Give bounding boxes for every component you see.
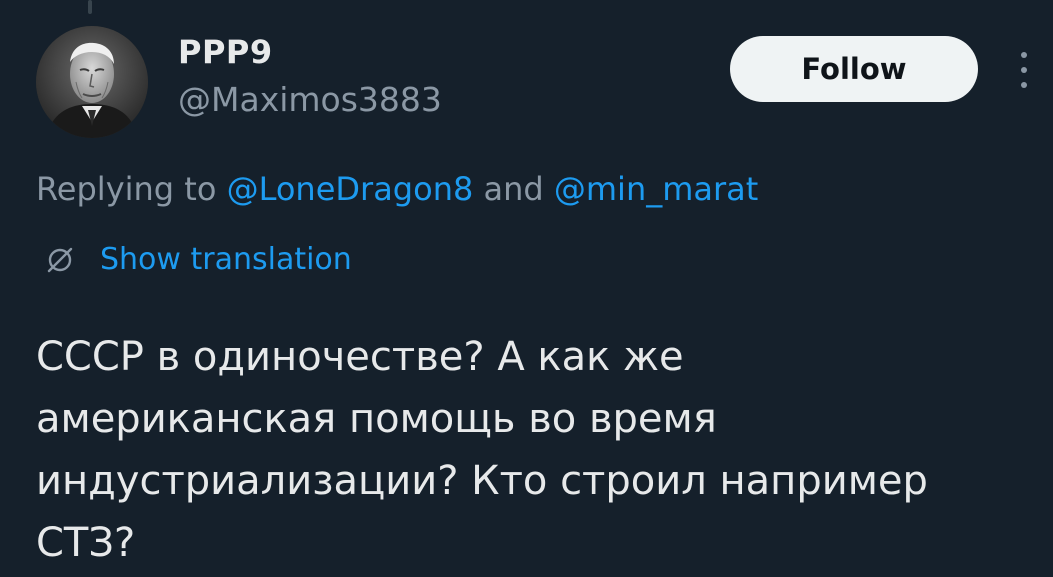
mention-link[interactable]: @LoneDragon8: [227, 170, 474, 208]
translate-icon: [47, 247, 73, 272]
avatar[interactable]: [36, 26, 148, 138]
more-options-button[interactable]: [1010, 48, 1038, 92]
tweet-view: PPP9 @Maximos3883 Follow Replying to @Lo…: [0, 0, 1053, 577]
more-vertical-icon: [1021, 52, 1027, 58]
tweet-text-line: СССР в одиночестве? А как же: [36, 334, 684, 380]
show-translation-button[interactable]: Show translation: [46, 242, 352, 277]
follow-button[interactable]: Follow: [730, 36, 978, 102]
more-vertical-icon-dot: [1021, 82, 1027, 88]
show-translation-label[interactable]: Show translation: [100, 242, 352, 277]
replying-to: Replying to @LoneDragon8 and @min_marat: [36, 170, 758, 208]
tweet-text-line: американская помощь во время: [36, 396, 717, 442]
replying-to-prefix: Replying to: [36, 170, 227, 208]
tweet-text-line: СТЗ?: [36, 520, 136, 566]
thread-connector-line: [88, 0, 92, 14]
replying-to-conjunction: and: [473, 170, 554, 208]
mention-link[interactable]: @min_marat: [554, 170, 758, 208]
avatar-portrait-icon: [36, 26, 148, 138]
tweet-text: СССР в одиночестве? А как же американска…: [36, 326, 1036, 574]
more-vertical-icon-dot: [1021, 67, 1027, 73]
author-display-name[interactable]: PPP9: [178, 33, 273, 71]
tweet-text-line: индустриализации? Кто строил например: [36, 458, 928, 504]
author-handle[interactable]: @Maximos3883: [178, 80, 442, 119]
